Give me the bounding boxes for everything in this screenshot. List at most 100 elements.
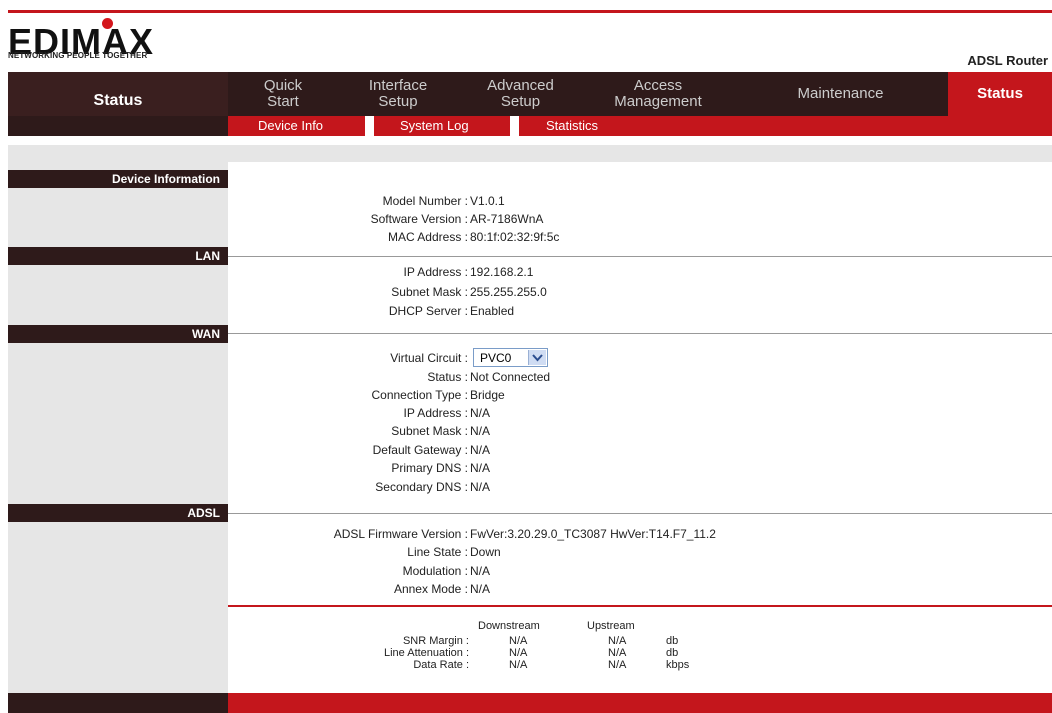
tab-status[interactable]: Status [948,72,1052,116]
row-value: Enabled [470,304,515,318]
tab-maintenance[interactable]: Maintenance [733,72,948,116]
row-connection-type: Connection Type : [228,388,468,404]
row-value: 255.255.255.0 [470,285,547,299]
top-accent-line [8,10,1052,13]
row-annex-mode: Annex Mode : [228,582,468,598]
row-software-version: Software Version : [228,212,468,228]
stat-snr-unit: db [666,635,679,647]
row-value: N/A [470,582,491,596]
tab-quick-start[interactable]: Quick Start [228,72,338,116]
col-header-downstream: Downstream [478,620,540,632]
section-divider [228,333,1052,334]
row-value: 192.168.2.1 [470,265,534,279]
subtab-system-log[interactable]: System Log [400,116,469,136]
row-label: Virtual Circuit : [390,351,468,365]
virtual-circuit-select[interactable]: PVC0 [473,348,548,367]
row-label: Status : [427,370,468,384]
row-label: IP Address : [403,406,468,420]
row-value: N/A [470,443,491,457]
subtab-device-info[interactable]: Device Info [258,116,323,136]
stat-attenuation-up: N/A [608,647,627,659]
row-model-number: Model Number : [228,194,468,210]
row-value: AR-7186WnA [470,212,544,226]
row-wan-status: Status : [228,370,468,386]
row-label: Annex Mode : [393,582,468,596]
row-label: Default Gateway : [372,443,468,457]
tab-access-management[interactable]: Access Management [583,72,733,116]
row-wan-ip: IP Address : [228,406,468,422]
product-name: ADSL Router [967,53,1048,68]
tab-advanced-setup[interactable]: Advanced Setup [458,72,583,116]
row-secondary-dns: Secondary DNS : [228,480,468,496]
brand-tagline: NETWORKING PEOPLE TOGETHER [8,51,148,60]
stat-attenuation-unit: db [666,647,679,659]
row-label: Subnet Mask : [391,285,468,299]
stat-snr-up: N/A [608,635,627,647]
subnav-separator [365,116,374,136]
row-label: Subnet Mask : [391,424,468,438]
row-value: N/A [470,424,491,438]
section-title-lan: LAN [8,247,228,265]
stat-attenuation-down: N/A [509,647,528,659]
row-default-gateway: Default Gateway : [228,443,468,459]
stat-label-data-rate: Data Rate : [413,659,469,671]
stat-label-snr: SNR Margin : [402,635,469,647]
row-label: Modulation : [402,564,468,578]
row-label: IP Address : [403,265,468,279]
row-dhcp-server: DHCP Server : [228,304,468,320]
col-header-upstream: Upstream [587,620,635,632]
stat-rate-up: N/A [608,659,627,671]
row-value: N/A [470,564,491,578]
section-divider [228,256,1052,257]
row-value: N/A [470,480,491,494]
subtab-statistics[interactable]: Statistics [546,116,598,136]
stat-rate-unit: kbps [666,659,690,671]
main-nav: Status Quick Start Interface Setup Advan… [8,72,1052,116]
row-virtual-circuit: Virtual Circuit : [228,351,468,367]
row-label: DHCP Server : [388,304,468,318]
logo-dot-icon [102,18,113,29]
row-label: Connection Type : [371,388,468,402]
footer-left-band [8,693,228,713]
row-value: FwVer:3.20.29.0_TC3087 HwVer:T14.F7_11.2 [470,527,716,541]
section-divider [228,513,1052,514]
subnav-left-band [8,116,228,136]
content-top-band [8,145,1052,162]
row-value: N/A [470,406,491,420]
row-label: Secondary DNS : [375,480,468,494]
row-value: N/A [470,461,491,475]
row-value: 80:1f:02:32:9f:5c [470,230,560,244]
tab-interface-setup[interactable]: Interface Setup [338,72,458,116]
sub-nav: Device Info System Log Statistics [228,116,1052,136]
row-value: V1.0.1 [470,194,505,208]
row-label: Software Version : [370,212,468,226]
row-value: Down [470,545,501,559]
row-label: Line State : [407,545,468,559]
chevron-down-icon[interactable] [528,350,546,365]
row-lan-subnet: Subnet Mask : [228,285,468,301]
row-label: ADSL Firmware Version : [333,527,468,541]
stat-rate-down: N/A [509,659,528,671]
section-title-adsl: ADSL [8,504,228,522]
row-adsl-firmware: ADSL Firmware Version : [228,527,468,543]
row-mac-address: MAC Address : [228,230,468,246]
footer-bar [228,693,1052,713]
row-line-state: Line State : [228,545,468,561]
row-label: Primary DNS : [391,461,468,475]
select-value: PVC0 [480,351,512,365]
row-label: Model Number : [382,194,468,208]
left-sidebar [8,162,228,693]
stats-divider [228,605,1052,607]
row-modulation: Modulation : [228,564,468,580]
stat-snr-down: N/A [509,635,528,647]
subnav-separator [510,116,519,136]
stat-label-attenuation: Line Attenuation : [383,647,469,659]
row-value: Not Connected [470,370,551,384]
row-wan-subnet: Subnet Mask : [228,424,468,440]
row-value: Bridge [470,388,505,402]
row-label: MAC Address : [387,230,468,244]
current-section-title: Status [8,72,228,116]
section-title-device-information: Device Information [8,170,228,188]
row-lan-ip: IP Address : [228,265,468,281]
row-primary-dns: Primary DNS : [228,461,468,477]
